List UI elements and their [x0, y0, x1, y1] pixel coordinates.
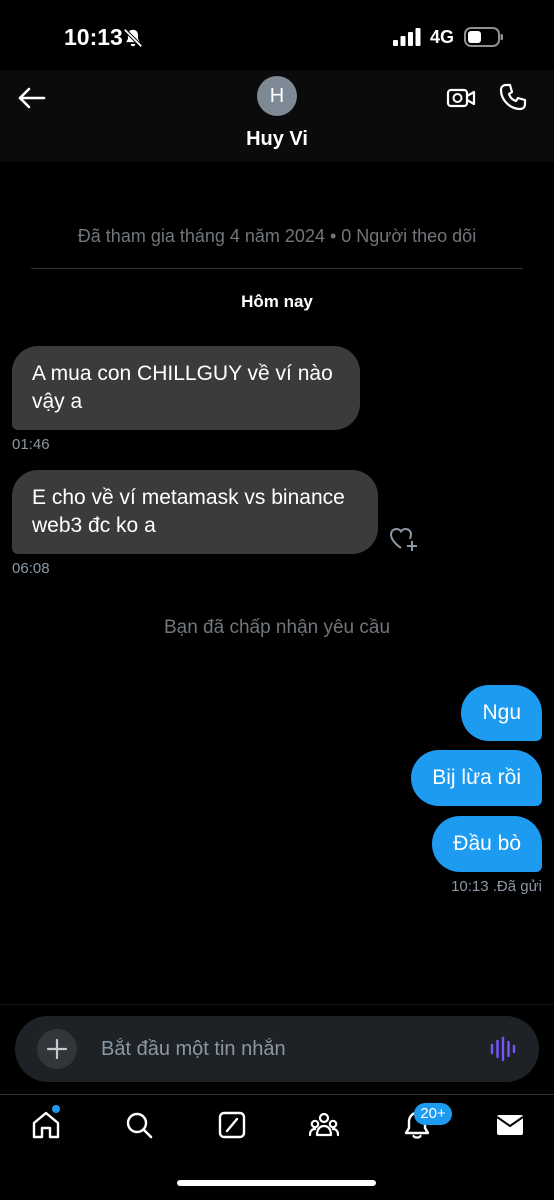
voice-message-icon[interactable] — [489, 1036, 517, 1062]
outgoing-message[interactable]: Bij lừa rồi — [411, 750, 542, 806]
video-call-icon[interactable] — [446, 84, 476, 112]
composer-divider — [0, 1004, 554, 1005]
message-timestamp: 06:08 — [12, 560, 50, 577]
home-icon[interactable] — [30, 1109, 62, 1141]
back-arrow-icon[interactable] — [16, 84, 48, 112]
date-separator: Hôm nay — [241, 292, 313, 311]
phone-call-icon[interactable] — [498, 82, 528, 112]
incoming-message[interactable]: E cho về ví metamask vs binance web3 đc … — [12, 470, 378, 554]
communities-icon[interactable] — [308, 1109, 340, 1141]
divider — [31, 268, 523, 269]
contact-name[interactable]: Huy Vi — [0, 128, 554, 151]
status-bar: 10:13 4G — [0, 0, 554, 70]
add-attachment-button[interactable] — [37, 1029, 77, 1069]
network-type: 4G — [430, 27, 455, 47]
message-composer — [15, 1016, 539, 1082]
message-timestamp: 01:46 — [12, 436, 50, 453]
avatar[interactable]: H — [257, 76, 297, 116]
incoming-message[interactable]: A mua con CHILLGUY về ví nào vậy a — [12, 346, 360, 430]
joined-info: Đã tham gia tháng 4 năm 2024 • 0 Người t… — [77, 226, 477, 246]
add-reaction-icon[interactable] — [389, 526, 419, 552]
bell-off-icon — [123, 28, 143, 48]
cellular-signal-icon — [393, 28, 421, 46]
outgoing-message[interactable]: Đầu bò — [432, 816, 542, 872]
home-unread-dot — [52, 1105, 60, 1113]
notifications-badge: 20+ — [414, 1103, 452, 1125]
plus-icon — [46, 1038, 68, 1060]
status-time: 10:13 — [64, 24, 123, 50]
system-message: Bạn đã chấp nhận yêu cầu — [163, 617, 391, 638]
conversation-header: H Huy Vi — [0, 70, 554, 162]
outgoing-message[interactable]: Ngu — [461, 685, 542, 741]
compose-post-icon[interactable] — [216, 1109, 248, 1141]
search-icon[interactable] — [123, 1109, 155, 1141]
sent-status: 10:13 .Đã gửi — [451, 878, 542, 895]
message-input[interactable] — [101, 1034, 461, 1064]
home-indicator — [177, 1180, 376, 1186]
messages-icon[interactable] — [494, 1109, 526, 1141]
battery-icon — [464, 27, 503, 47]
